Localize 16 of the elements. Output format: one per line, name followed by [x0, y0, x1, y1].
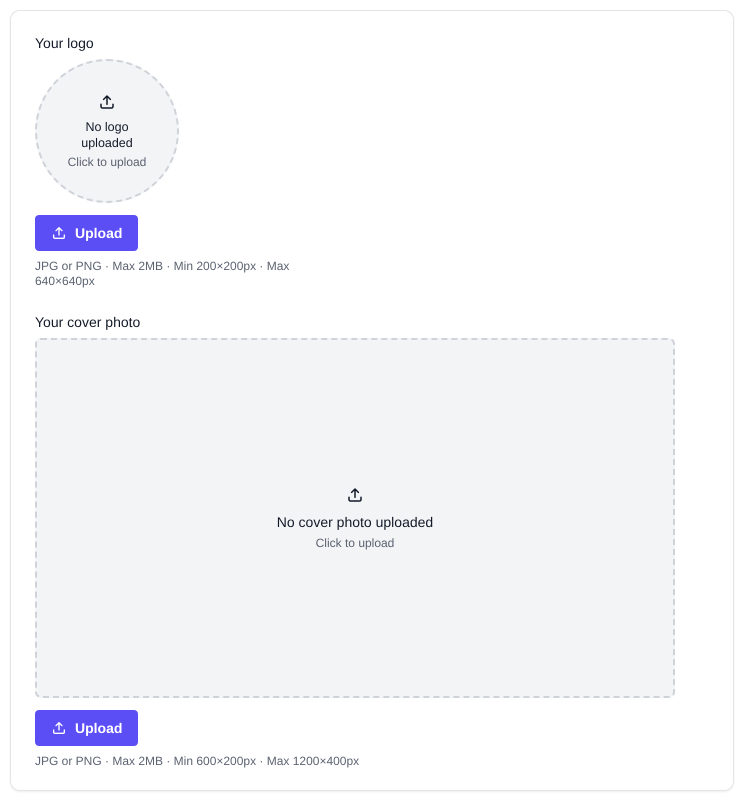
upload-icon	[51, 720, 67, 736]
empty-state-hint: Click to upload	[316, 536, 394, 550]
cover-photo-dropzone[interactable]: No cover photo uploaded Click to upload	[35, 338, 675, 698]
empty-state-hint: Click to upload	[68, 155, 146, 169]
upload-button[interactable]: Upload	[35, 215, 138, 251]
empty-state-title: No cover photo uploaded	[276, 513, 434, 532]
upload-icon	[346, 486, 364, 504]
upload-button[interactable]: Upload	[35, 710, 138, 746]
upload-icon	[51, 225, 67, 241]
logo-dropzone[interactable]: No logo uploaded Click to upload	[35, 59, 179, 203]
file-requirements: JPG or PNG · Max 2MB · Min 600×200px · Max 1200×400px	[35, 754, 360, 769]
upload-icon	[98, 93, 116, 111]
section-title: Your logo	[35, 34, 94, 53]
section-title: Your cover photo	[35, 313, 140, 332]
file-requirements: JPG or PNG · Max 2MB · Min 200×200px · Max 640×640px	[35, 259, 290, 289]
empty-state-title: No logo uploaded	[80, 119, 134, 151]
